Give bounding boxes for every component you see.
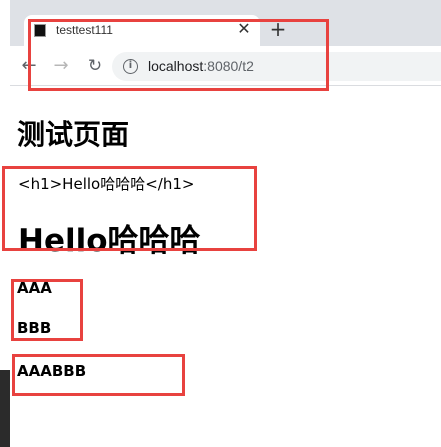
annotation-box-h1-output [2,166,257,251]
page-title: 测试页面 [17,118,130,151]
annotation-box-tab-and-url [28,19,329,91]
annotation-box-aaa-bbb [11,279,83,341]
annotation-box-aaabbb [12,354,185,396]
background-dark-panel [0,370,10,447]
